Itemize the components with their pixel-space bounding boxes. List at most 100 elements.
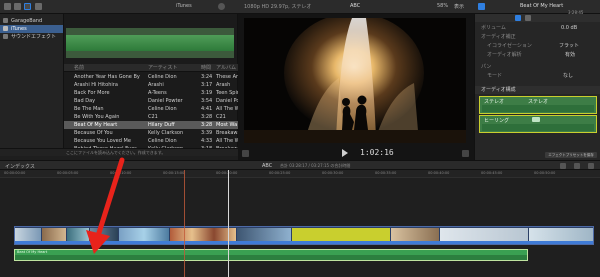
video-clip[interactable] bbox=[15, 228, 41, 241]
skimmer-line bbox=[184, 170, 185, 277]
table-row-selected[interactable]: Beat Of My Heart Hilary Duff 3:28 Most W… bbox=[64, 121, 238, 129]
table-cell-name: Because You Loved Me bbox=[74, 138, 131, 144]
channel-1-waveform bbox=[482, 105, 594, 112]
inspector-row-mode[interactable]: モード なし bbox=[475, 72, 600, 80]
timeline-ruler[interactable]: 00:00:00:00 00:00:05:00 00:00:10:00 00:0… bbox=[0, 170, 600, 178]
table-cell-name: Bad Day bbox=[74, 98, 96, 104]
table-cell-artist: Celine Dion bbox=[148, 138, 177, 144]
timeline-toolbar: インデックス ABC 合計 03:28:17 / 03:27:15 の合計時間 bbox=[0, 160, 600, 170]
table-row[interactable]: Because Of You Kelly Clarkson 3:39 Break… bbox=[64, 129, 238, 137]
inspector-panel: ボリューム 0.0 dB オーディオ補正 イコライゼーション フラット オーディ… bbox=[474, 14, 600, 160]
table-cell-name: Another Year Has Gone By bbox=[74, 74, 140, 80]
table-row[interactable]: Bad Day Daniel Powter 3:54 Daniel Po bbox=[64, 97, 238, 105]
photos-icon[interactable] bbox=[14, 3, 21, 10]
inspector-row-equalization[interactable]: イコライゼーション フラット bbox=[475, 42, 600, 50]
equalization-value[interactable]: フラット bbox=[559, 42, 579, 50]
video-frame[interactable] bbox=[244, 18, 466, 143]
column-header-name[interactable]: 名前 bbox=[74, 64, 84, 72]
table-cell-artist: Arashi bbox=[148, 82, 164, 88]
video-audio-strip bbox=[15, 241, 593, 244]
gear-icon[interactable] bbox=[218, 3, 225, 10]
video-clip[interactable] bbox=[67, 228, 89, 241]
audio-tab-icon[interactable] bbox=[515, 15, 521, 21]
viewer-title: ABC bbox=[350, 3, 361, 9]
table-cell-name: Be With You Again bbox=[74, 114, 120, 120]
skimming-icon[interactable] bbox=[588, 163, 594, 169]
table-cell-name: Be The Man bbox=[74, 106, 104, 112]
table-cell-album: Teen Spir bbox=[216, 90, 238, 96]
table-cell-artist: Celine Dion bbox=[148, 74, 177, 80]
table-cell-artist: Hilary Duff bbox=[148, 122, 175, 128]
table-row[interactable]: Be With You Again C21 3:28 C21 bbox=[64, 113, 238, 121]
sidebar-item-sound-effects[interactable]: サウンドエフェクト bbox=[0, 33, 63, 41]
table-cell-name: Because Of You bbox=[74, 130, 113, 136]
table-cell-album: These Are... bbox=[216, 74, 238, 80]
video-clip-selected[interactable] bbox=[292, 228, 390, 241]
table-row[interactable]: Back For More A-Teens 3:19 Teen Spir bbox=[64, 89, 238, 97]
column-header-album[interactable]: アルバム bbox=[216, 64, 236, 72]
timeline-settings-icon[interactable] bbox=[560, 163, 566, 169]
video-clip[interactable] bbox=[391, 228, 439, 241]
play-button[interactable] bbox=[342, 149, 348, 157]
music-browser: 名前 アーティスト 時間 アルバム Another Year Has Gone … bbox=[64, 14, 238, 156]
video-clip[interactable] bbox=[170, 228, 236, 241]
video-clip[interactable] bbox=[119, 228, 169, 241]
music-note-icon[interactable] bbox=[24, 3, 31, 10]
audio-channel-healing[interactable]: ヒーリング bbox=[479, 115, 597, 133]
view-menu[interactable]: 表示 bbox=[454, 3, 464, 10]
info-tab-icon[interactable] bbox=[525, 15, 531, 21]
audio-preview-waveform[interactable] bbox=[66, 28, 234, 58]
sidebar-item-itunes[interactable]: iTunes bbox=[0, 25, 63, 33]
table-cell-album: All The W bbox=[216, 106, 238, 112]
timeline-area[interactable]: 00:00:00:00 00:00:05:00 00:00:10:00 00:0… bbox=[0, 170, 600, 277]
music-audio-clip[interactable]: Beat Of My Heart bbox=[14, 249, 528, 261]
clip-appearance-icon[interactable] bbox=[574, 163, 580, 169]
column-header-artist[interactable]: アーティスト bbox=[148, 64, 177, 72]
inspector-tab-icon[interactable] bbox=[478, 3, 485, 10]
table-cell-album: Arash bbox=[216, 82, 231, 88]
video-clip[interactable] bbox=[42, 228, 66, 241]
column-header-time[interactable]: 時間 bbox=[201, 64, 211, 72]
sidebar-item-garageband[interactable]: GarageBand bbox=[0, 17, 63, 25]
table-cell-time: 4:33 bbox=[201, 138, 213, 144]
ruler-label: 00:00:10:00 bbox=[110, 171, 132, 175]
video-storyline bbox=[14, 226, 594, 245]
audio-channel-stereo[interactable]: ステレオ ステレオ bbox=[479, 96, 597, 114]
inspector-row-audio-enhance[interactable]: オーディオ補正 bbox=[475, 33, 600, 41]
inspector-row-audio-analysis[interactable]: オーディオ解析 有効 bbox=[475, 51, 600, 59]
titles-icon[interactable] bbox=[35, 3, 42, 10]
save-effects-preset-button[interactable]: エフェクトプリセットを保存 bbox=[545, 152, 597, 158]
table-cell-artist: Kelly Clarkson bbox=[148, 130, 184, 136]
inspector-row-pan[interactable]: パン bbox=[475, 63, 600, 71]
video-clip[interactable] bbox=[237, 228, 291, 241]
view-options-icon[interactable] bbox=[242, 150, 249, 157]
volume-value[interactable]: 0.0 dB bbox=[561, 24, 577, 32]
video-clip[interactable] bbox=[529, 228, 593, 241]
library-icon[interactable] bbox=[4, 3, 11, 10]
table-row[interactable]: Be The Man Celine Dion 4:41 All The W bbox=[64, 105, 238, 113]
sidebar-item-label: サウンドエフェクト bbox=[11, 34, 57, 40]
table-row[interactable]: Another Year Has Gone By Celine Dion 3:2… bbox=[64, 73, 238, 81]
channel-2-toggle[interactable] bbox=[532, 117, 540, 122]
table-cell-time: 3:54 bbox=[201, 98, 213, 104]
browser-footer: ここにファイルを読み込んでください。作成できます。 bbox=[0, 148, 238, 156]
table-cell-artist: A-Teens bbox=[148, 90, 167, 96]
video-clip[interactable] bbox=[440, 228, 528, 241]
inspector-row-volume[interactable]: ボリューム 0.0 dB bbox=[475, 24, 600, 32]
table-row[interactable]: Arashi Hi Hitohira Arashi 3:17 Arash bbox=[64, 81, 238, 89]
library-menu[interactable]: iTunes bbox=[176, 3, 192, 9]
zoom-menu[interactable]: 58% bbox=[437, 3, 448, 9]
audio-analysis-value[interactable]: 有効 bbox=[565, 51, 575, 59]
table-cell-time: 3:28 bbox=[201, 114, 213, 120]
top-toolbar: iTunes 1080p HD 29.97p, ステレオ ABC 58% 表示 … bbox=[0, 0, 600, 15]
table-row[interactable]: Because You Loved Me Celine Dion 4:33 Al… bbox=[64, 137, 238, 145]
video-clip[interactable] bbox=[90, 228, 118, 241]
fullscreen-icon[interactable] bbox=[462, 150, 469, 157]
ruler-label: 00:00:45:00 bbox=[481, 171, 503, 175]
table-cell-album: Daniel Po bbox=[216, 98, 238, 104]
playhead[interactable] bbox=[228, 170, 229, 277]
channel-2-waveform bbox=[482, 124, 594, 131]
save-effects-preset-label: エフェクトプリセットを保存 bbox=[548, 153, 594, 157]
index-button[interactable]: インデックス bbox=[5, 163, 35, 170]
mode-value[interactable]: なし bbox=[563, 72, 573, 80]
